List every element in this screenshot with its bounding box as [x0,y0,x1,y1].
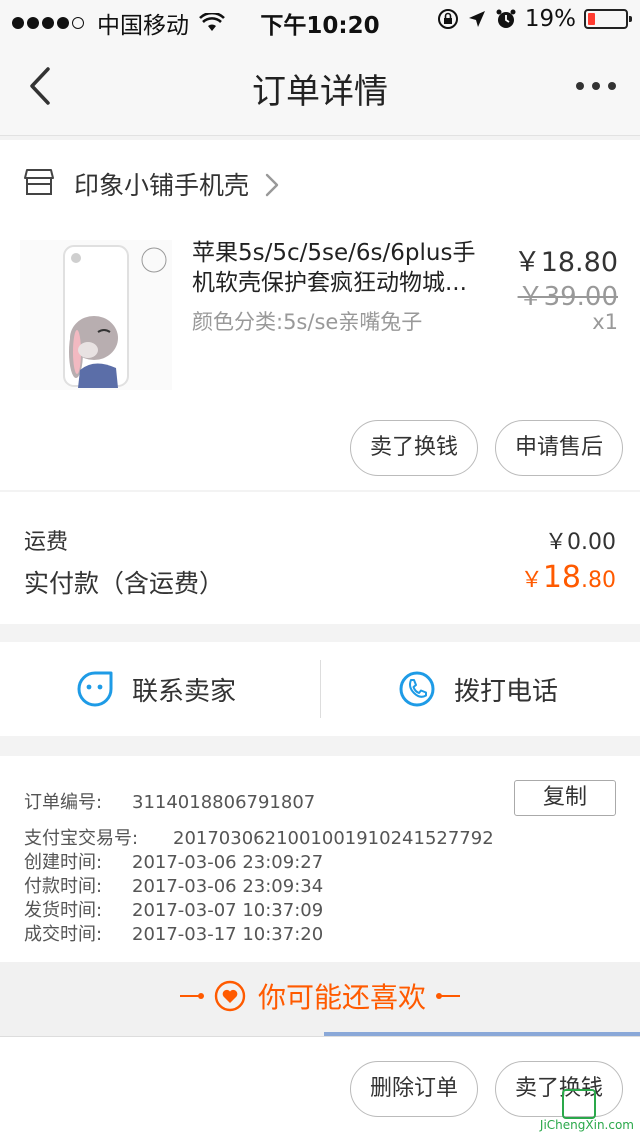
original-price: ￥39.00 [517,282,618,312]
product-spec: 颜色分类:5s/se亲嘴兔子 [192,310,423,334]
rotation-lock-icon [437,9,458,29]
info-label: 订单编号: [24,792,103,813]
completed-time-row: 成交时间: 2017-03-17 10:37:20 [24,920,323,946]
alarm-icon [496,9,516,28]
more-button[interactable] [576,76,616,96]
bottom-action-bar: 删除订单 卖了换钱 JiChengXin.com [0,1036,640,1136]
info-label: 创建时间: [24,852,103,873]
info-value: 2017-03-17 10:37:20 [132,924,324,945]
info-label: 付款时间: [24,876,103,897]
paid-amount: ￥18.80 [521,560,616,595]
navigation-bar: 订单详情 [0,40,640,136]
watermark-logo [562,1089,596,1119]
info-label: 发货时间: [24,900,103,921]
order-totals: 运费 ￥0.00 实付款（含运费） ￥18.80 [0,492,640,624]
store-name: 印象小铺手机壳 [74,171,250,200]
shipped-time-row: 发货时间: 2017-03-07 10:37:09 [24,896,323,922]
info-value: 2017030621001001910241527792 [173,828,494,849]
shipping-value: ￥0.00 [545,530,616,555]
product-price: ￥18.80 [513,247,618,278]
info-value: 2017-03-06 23:09:34 [132,876,324,897]
divider [320,660,321,718]
info-value: 2017-03-07 10:37:09 [132,900,324,921]
product-thumbnail[interactable] [20,240,172,390]
call-phone-button[interactable]: 拨打电话 [398,642,558,736]
recommend-title: 你可能还喜欢 [257,981,426,1014]
decorative-line [179,993,204,999]
chat-face-icon [77,671,113,707]
paid-integer: 18 [542,560,581,595]
battery-icon [584,9,632,29]
paid-decimal: .80 [581,568,616,593]
info-label: 成交时间: [24,924,103,945]
contact-bar: 联系卖家 拨打电话 [0,642,640,736]
heart-icon [214,980,246,1012]
after-sales-button[interactable]: 申请售后 [495,420,623,476]
store-row[interactable]: 印象小铺手机壳 [0,140,640,226]
contact-seller-button[interactable]: 联系卖家 [76,642,236,736]
status-bar: 中国移动 下午10:20 19% [0,0,640,40]
paid-label: 实付款（含运费） [24,569,225,598]
product-card: 苹果5s/5c/5se/6s/6plus手机软壳保护套疯狂动物城... 颜色分类… [0,226,640,490]
info-label: 支付宝交易号: [24,828,139,849]
info-value: 3114018806791807 [132,792,316,813]
shipping-label: 运费 [24,530,69,555]
phone-icon [399,671,435,707]
page-title: 订单详情 [252,72,388,112]
product-name[interactable]: 苹果5s/5c/5se/6s/6plus手机软壳保护套疯狂动物城... [192,238,492,298]
more-dots-icon [576,82,584,90]
product-quantity: x1 [592,310,618,334]
alipay-trade-row: 支付宝交易号: 2017030621001001910241527792 [24,824,494,850]
watermark-text: JiChengXin.com [539,1118,634,1132]
recommend-header: 你可能还喜欢 [0,962,640,1036]
contact-seller-label: 联系卖家 [132,676,237,707]
delete-order-button[interactable]: 删除订单 [350,1061,478,1117]
sell-button-bottom[interactable]: 卖了换钱 [495,1061,623,1117]
phone-case-image [63,245,167,388]
sell-button[interactable]: 卖了换钱 [350,420,478,476]
call-phone-label: 拨打电话 [454,676,559,707]
chevron-right-icon [265,173,279,197]
info-value: 2017-03-06 23:09:27 [132,852,324,873]
order-number-row: 订单编号: 3114018806791807 [24,788,315,814]
decorative-line [436,993,460,999]
copy-button[interactable]: 复制 [514,780,616,816]
paid-currency: ￥ [520,568,543,593]
location-arrow-icon [468,11,485,27]
battery-percent: 19% [524,6,576,32]
paid-time-row: 付款时间: 2017-03-06 23:09:34 [24,872,323,898]
order-info: 订单编号: 3114018806791807 复制 支付宝交易号: 20170306… [0,756,640,962]
store-icon [24,169,54,195]
created-time-row: 创建时间: 2017-03-06 23:09:27 [24,848,323,874]
